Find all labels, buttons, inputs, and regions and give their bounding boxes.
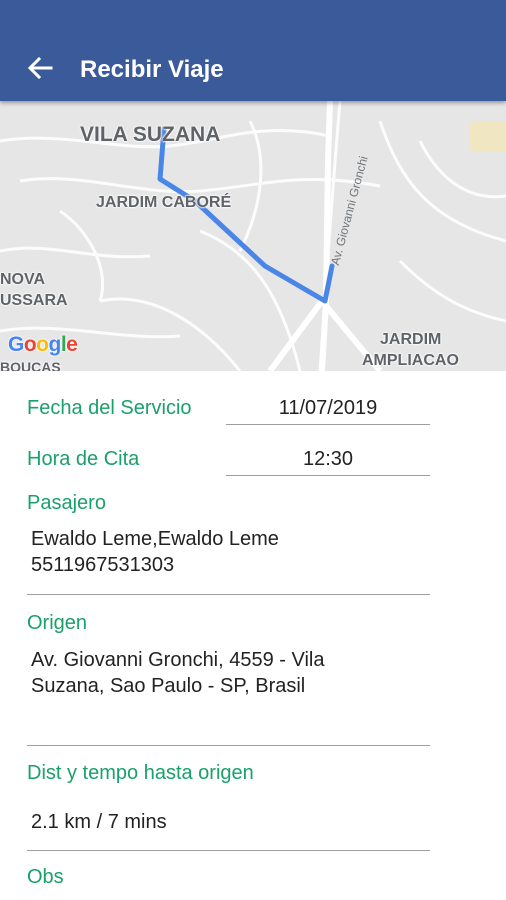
map-label-ussara: USSARA [0, 292, 68, 309]
google-logo: Google [8, 333, 78, 356]
dist-label: Dist y tempo hasta origen [27, 762, 254, 784]
origen-line-2: Suzana, Sao Paulo - SP, Brasil [31, 675, 306, 697]
app-bar: Recibir Viaje [0, 0, 506, 101]
pasajero-phone[interactable]: 5511967531303 [31, 552, 174, 578]
map-label-jardim: JARDIM [380, 331, 442, 348]
divider [27, 594, 430, 595]
origen-label: Origen [27, 612, 88, 634]
map-label-nova: NOVA [0, 271, 46, 288]
dist-value: 2.1 km / 7 mins [31, 811, 167, 833]
arrow-left-icon [27, 56, 53, 85]
page-title: Recibir Viaje [80, 56, 224, 83]
hora-value[interactable]: 12:30 [226, 448, 430, 471]
divider [27, 850, 430, 851]
pasajero-name: Ewaldo Leme,Ewaldo Leme [31, 528, 279, 550]
back-button[interactable] [20, 50, 60, 90]
hora-underline [226, 475, 430, 476]
hora-label: Hora de Cita [27, 448, 140, 470]
map-label-boucas: BOUCAS [0, 359, 61, 371]
map-label-vila-suzana: VILA SUZANA [80, 123, 221, 146]
fecha-label: Fecha del Servicio [27, 397, 192, 419]
obs-label: Obs [27, 866, 64, 888]
fecha-value[interactable]: 11/07/2019 [226, 397, 430, 420]
map-label-ampliacao: AMPLIACAO [362, 352, 459, 369]
fecha-underline [226, 424, 430, 425]
pasajero-label: Pasajero [27, 492, 106, 514]
map-label-jardim-cabore: JARDIM CABORÉ [96, 194, 232, 211]
route-map[interactable]: VILA SUZANA JARDIM CABORÉ NOVA USSARA JA… [0, 101, 506, 371]
origen-line-1: Av. Giovanni Gronchi, 4559 - Vila [31, 649, 325, 671]
divider [27, 745, 430, 746]
